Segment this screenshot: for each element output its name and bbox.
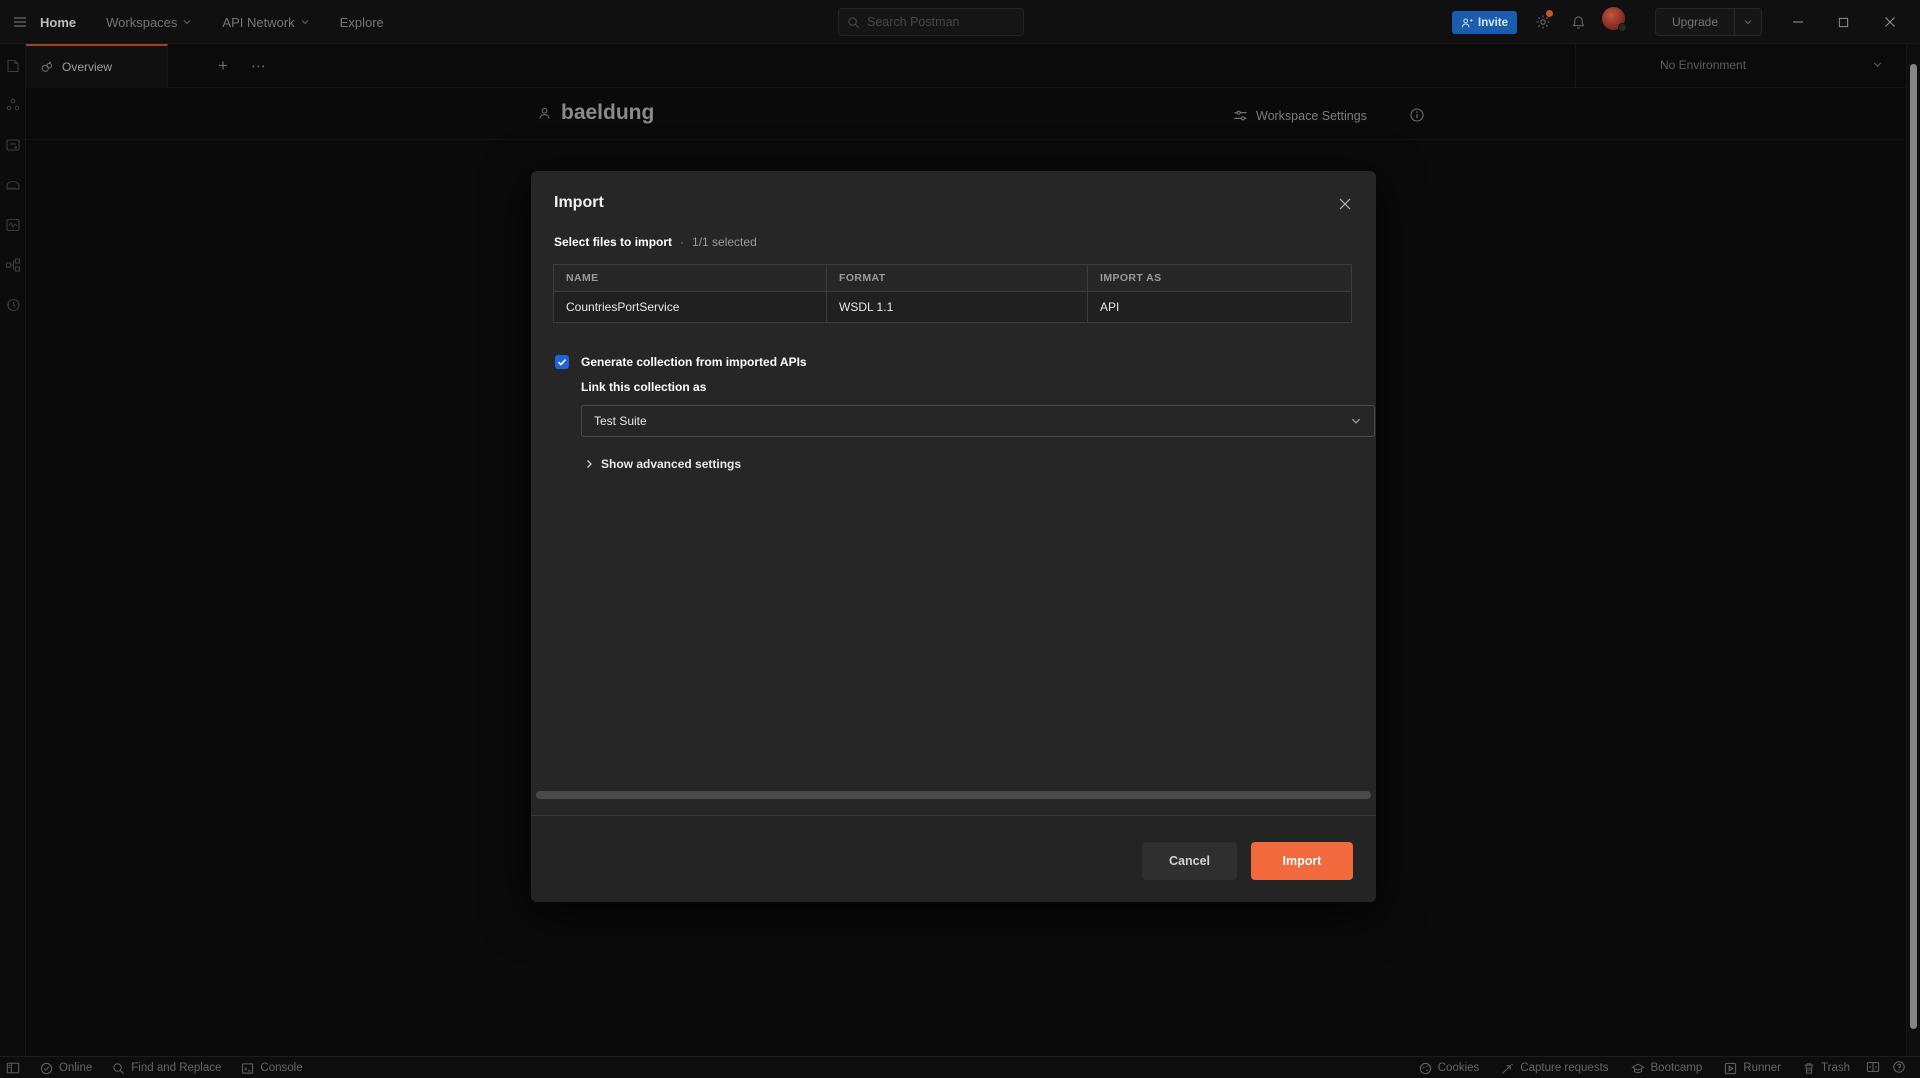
- capture-icon: [1501, 1062, 1514, 1075]
- modal-title: Import: [554, 194, 604, 212]
- selected-count: 1/1 selected: [692, 235, 757, 249]
- two-pane-view-icon[interactable]: [1866, 1060, 1882, 1076]
- sliders-icon: [1233, 108, 1248, 123]
- chevron-down-icon: [1872, 59, 1883, 70]
- main-menu-icon[interactable]: [0, 0, 40, 44]
- notifications-bell-icon[interactable]: [1566, 10, 1590, 34]
- runner-icon: [1724, 1062, 1737, 1075]
- settings-gear-icon[interactable]: [1531, 10, 1555, 34]
- checkmark-icon: [557, 357, 567, 367]
- close-icon[interactable]: [1334, 193, 1356, 215]
- cell-format: WSDL 1.1: [827, 292, 1088, 323]
- right-scrollbar-thumb[interactable]: [1910, 64, 1917, 1029]
- cookie-icon: [1419, 1062, 1432, 1075]
- import-files-table: NAME FORMAT IMPORT AS CountriesPortServi…: [553, 264, 1352, 323]
- generate-collection-label: Generate collection from imported APIs: [581, 355, 807, 369]
- tab-bar: Overview + ⋯ No Environment: [26, 44, 1920, 88]
- flows-icon[interactable]: [5, 257, 21, 273]
- column-header-format: FORMAT: [827, 265, 1088, 292]
- trash-button[interactable]: Trash: [1803, 1062, 1850, 1075]
- nav-api-network[interactable]: API Network: [222, 15, 309, 30]
- nav-home[interactable]: Home: [40, 15, 76, 30]
- workspace-settings-button[interactable]: Workspace Settings: [1233, 108, 1367, 123]
- tab-overview[interactable]: Overview: [26, 44, 168, 88]
- avatar-badge: [1618, 23, 1627, 32]
- column-header-name: NAME: [554, 265, 827, 292]
- toggle-sidebar-icon[interactable]: [6, 1061, 20, 1075]
- upgrade-button[interactable]: Upgrade: [1655, 8, 1762, 36]
- bootcamp-button[interactable]: Bootcamp: [1631, 1062, 1703, 1075]
- import-modal: Import Select files to import · 1/1 sele…: [531, 171, 1376, 902]
- history-icon[interactable]: [5, 297, 21, 313]
- user-avatar[interactable]: [1602, 7, 1625, 30]
- horizontal-scrollbar-thumb[interactable]: [536, 791, 1371, 799]
- search-input[interactable]: [867, 15, 1007, 29]
- postman-app-window: Home Workspaces API Network Explore Invi…: [0, 0, 1920, 1078]
- chevron-down-icon[interactable]: [1734, 9, 1761, 35]
- link-collection-select[interactable]: Test Suite: [581, 405, 1375, 437]
- nav-explore[interactable]: Explore: [340, 15, 384, 30]
- window-minimize-button[interactable]: [1776, 0, 1820, 44]
- column-header-import-as: IMPORT AS: [1088, 265, 1352, 292]
- show-advanced-settings-toggle[interactable]: Show advanced settings: [584, 457, 741, 471]
- nav-workspaces[interactable]: Workspaces: [106, 15, 192, 30]
- new-tab-button[interactable]: +: [212, 55, 234, 77]
- link-collection-label: Link this collection as: [581, 380, 706, 394]
- personal-workspace-icon: [537, 106, 552, 121]
- console-icon: [241, 1062, 254, 1075]
- table-row[interactable]: CountriesPortService WSDL 1.1 API: [554, 292, 1352, 323]
- help-icon[interactable]: [1892, 1060, 1908, 1076]
- info-icon[interactable]: [1409, 107, 1425, 123]
- find-and-replace-button[interactable]: Find and Replace: [112, 1062, 221, 1075]
- search-icon: [847, 16, 860, 29]
- workspace-title: baeldung: [561, 101, 654, 125]
- runner-button[interactable]: Runner: [1724, 1062, 1781, 1075]
- trash-icon: [1803, 1062, 1815, 1075]
- invite-button[interactable]: Invite: [1452, 11, 1517, 34]
- cancel-button[interactable]: Cancel: [1142, 842, 1237, 880]
- top-bar: Home Workspaces API Network Explore Invi…: [0, 0, 1920, 44]
- chevron-down-icon: [182, 17, 192, 27]
- apis-icon[interactable]: [5, 97, 21, 113]
- connection-status[interactable]: Online: [40, 1062, 92, 1075]
- search-icon: [112, 1062, 125, 1075]
- person-plus-icon: [1461, 17, 1473, 29]
- workspace-header: baeldung Workspace Settings: [26, 88, 1906, 140]
- notification-dot: [1546, 10, 1553, 17]
- import-button[interactable]: Import: [1251, 842, 1353, 880]
- right-scrollbar-track: [1906, 44, 1920, 1056]
- environments-icon[interactable]: [5, 137, 21, 153]
- chevron-right-icon: [584, 459, 594, 469]
- tab-options-icon[interactable]: ⋯: [248, 55, 270, 77]
- monitors-icon[interactable]: [5, 217, 21, 233]
- divider: [1575, 44, 1576, 87]
- checkbox-checked[interactable]: [555, 355, 569, 369]
- select-files-subtitle: Select files to import · 1/1 selected: [554, 235, 757, 249]
- generate-collection-checkbox-row[interactable]: Generate collection from imported APIs: [555, 355, 807, 369]
- status-bar: Online Find and Replace Console Cookies …: [0, 1056, 1920, 1078]
- check-circle-icon: [40, 1062, 53, 1075]
- overview-tab-icon: [40, 60, 54, 74]
- cell-name: CountriesPortService: [554, 292, 827, 323]
- mock-servers-icon[interactable]: [5, 177, 21, 193]
- graduation-cap-icon: [1631, 1062, 1645, 1075]
- select-value: Test Suite: [594, 414, 1350, 428]
- window-maximize-button[interactable]: [1821, 0, 1865, 44]
- environment-selector[interactable]: No Environment: [1586, 44, 1886, 87]
- chevron-down-icon: [300, 17, 310, 27]
- cookies-button[interactable]: Cookies: [1419, 1062, 1480, 1075]
- modal-footer: Cancel Import: [531, 815, 1376, 902]
- console-button[interactable]: Console: [241, 1062, 302, 1075]
- left-sidebar-rail: [0, 44, 26, 1056]
- global-search[interactable]: [838, 8, 1024, 36]
- chevron-down-icon: [1350, 415, 1362, 427]
- collections-icon[interactable]: [5, 58, 21, 74]
- capture-requests-button[interactable]: Capture requests: [1501, 1062, 1608, 1075]
- cell-import-as: API: [1088, 292, 1352, 323]
- window-close-button[interactable]: [1868, 0, 1912, 44]
